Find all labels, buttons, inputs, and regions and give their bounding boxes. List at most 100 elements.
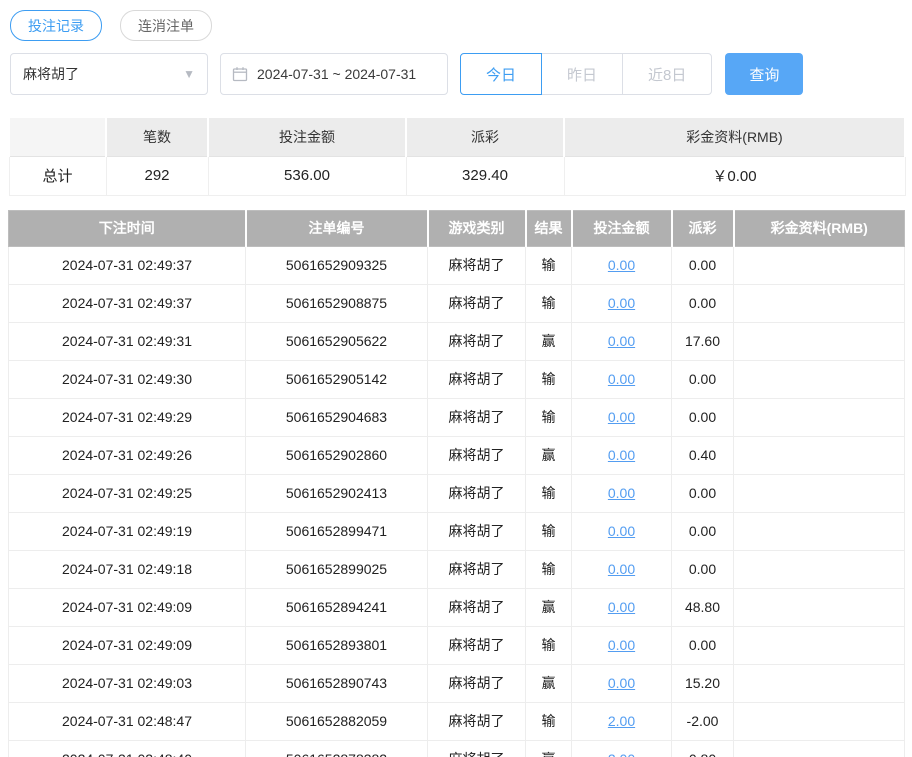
cell-bet-amount: 0.00: [571, 473, 672, 513]
cell-bonus: [733, 701, 905, 741]
filter-row: 麻将胡了 ▼ 2024-07-31 ~ 2024-07-31 今日 昨日 近8日…: [8, 53, 904, 95]
cell-game-type: 麻将胡了: [427, 625, 526, 665]
summary-bet-amount-value: 536.00: [207, 155, 407, 196]
cell-bonus: [733, 549, 905, 589]
today-button[interactable]: 今日: [460, 53, 543, 95]
cell-order-id: 5061652908875: [245, 283, 428, 323]
cell-order-id: 5061652894241: [245, 587, 428, 627]
table-row: 2024-07-31 02:49:31 5061652905622 麻将胡了 赢…: [8, 321, 905, 361]
cell-bet-amount: 2.00: [571, 739, 672, 757]
cell-bet-amount: 0.00: [571, 359, 672, 399]
cell-bonus: [733, 435, 905, 475]
table-row: 2024-07-31 02:49:18 5061652899025 麻将胡了 输…: [8, 549, 905, 589]
date-range-picker[interactable]: 2024-07-31 ~ 2024-07-31: [220, 53, 448, 95]
summary-header-payout: 派彩: [405, 116, 565, 157]
cell-game-type: 麻将胡了: [427, 511, 526, 551]
cell-bet-time: 2024-07-31 02:49:19: [8, 511, 246, 551]
bet-amount-link[interactable]: 0.00: [608, 447, 635, 463]
cell-order-id: 5061652905142: [245, 359, 428, 399]
calendar-icon: [232, 67, 248, 82]
bet-amount-link[interactable]: 0.00: [608, 295, 635, 311]
cell-payout: 0.00: [671, 625, 734, 665]
cell-bet-time: 2024-07-31 02:48:47: [8, 701, 246, 741]
cell-payout: 0.00: [671, 245, 734, 285]
table-row: 2024-07-31 02:49:30 5061652905142 麻将胡了 输…: [8, 359, 905, 399]
bet-amount-link[interactable]: 2.00: [608, 751, 635, 757]
header-payout: 派彩: [671, 209, 735, 247]
cell-result: 输: [525, 245, 572, 285]
summary-header-bet-amount: 投注金额: [207, 116, 407, 157]
cell-payout: 0.80: [671, 739, 734, 757]
date-range-value: 2024-07-31 ~ 2024-07-31: [257, 66, 417, 82]
cell-result: 输: [525, 283, 572, 323]
cell-bet-time: 2024-07-31 02:49:03: [8, 663, 246, 703]
table-row: 2024-07-31 02:49:09 5061652894241 麻将胡了 赢…: [8, 587, 905, 627]
game-type-select-value: 麻将胡了: [23, 66, 79, 82]
bet-amount-link[interactable]: 0.00: [608, 485, 635, 501]
bet-amount-link[interactable]: 0.00: [608, 599, 635, 615]
header-result: 结果: [525, 209, 573, 247]
cell-bet-time: 2024-07-31 02:49:37: [8, 245, 246, 285]
bet-amount-link[interactable]: 2.00: [608, 713, 635, 729]
summary-header-row: 笔数 投注金额 派彩 彩金资料(RMB): [8, 116, 906, 157]
bet-amount-link[interactable]: 0.00: [608, 371, 635, 387]
bet-amount-link[interactable]: 0.00: [608, 257, 635, 273]
cell-game-type: 麻将胡了: [427, 435, 526, 475]
game-type-select[interactable]: 麻将胡了 ▼: [10, 53, 208, 95]
cell-payout: 0.00: [671, 359, 734, 399]
summary-table: 笔数 投注金额 派彩 彩金资料(RMB) 总计 292 536.00 329.4…: [8, 116, 906, 196]
cell-bet-time: 2024-07-31 02:48:40: [8, 739, 246, 757]
table-row: 2024-07-31 02:49:09 5061652893801 麻将胡了 输…: [8, 625, 905, 665]
chevron-down-icon: ▼: [183, 67, 195, 81]
cell-bonus: [733, 359, 905, 399]
cell-bet-time: 2024-07-31 02:49:30: [8, 359, 246, 399]
bet-amount-link[interactable]: 0.00: [608, 675, 635, 691]
cell-result: 输: [525, 549, 572, 589]
cell-payout: 0.00: [671, 473, 734, 513]
cell-game-type: 麻将胡了: [427, 397, 526, 437]
cell-bet-amount: 0.00: [571, 245, 672, 285]
header-bet-time: 下注时间: [8, 209, 247, 247]
bet-amount-link[interactable]: 0.00: [608, 409, 635, 425]
cell-game-type: 麻将胡了: [427, 321, 526, 361]
bet-amount-link[interactable]: 0.00: [608, 333, 635, 349]
bet-amount-link[interactable]: 0.00: [608, 637, 635, 653]
cell-bet-time: 2024-07-31 02:49:29: [8, 397, 246, 437]
yesterday-button[interactable]: 昨日: [541, 53, 624, 95]
cell-payout: 0.00: [671, 397, 734, 437]
last-8-days-button[interactable]: 近8日: [622, 53, 713, 95]
tab-cancelled-orders[interactable]: 连消注单: [120, 10, 212, 41]
records-header-row: 下注时间 注单编号 游戏类别 结果 投注金额 派彩 彩金资料(RMB): [8, 209, 905, 247]
cell-bonus: [733, 511, 905, 551]
cell-result: 赢: [525, 435, 572, 475]
cell-bonus: [733, 283, 905, 323]
cell-order-id: 5061652899025: [245, 549, 428, 589]
cell-payout: 0.00: [671, 511, 734, 551]
cell-result: 输: [525, 359, 572, 399]
cell-result: 输: [525, 397, 572, 437]
cell-order-id: 5061652909325: [245, 245, 428, 285]
cell-order-id: 5061652905622: [245, 321, 428, 361]
cell-bonus: [733, 397, 905, 437]
table-row: 2024-07-31 02:49:03 5061652890743 麻将胡了 赢…: [8, 663, 905, 703]
cell-result: 输: [525, 701, 572, 741]
cell-bonus: [733, 625, 905, 665]
cell-bet-amount: 0.00: [571, 549, 672, 589]
tab-betting-records[interactable]: 投注记录: [10, 10, 102, 41]
cell-payout: 15.20: [671, 663, 734, 703]
bet-amount-link[interactable]: 0.00: [608, 523, 635, 539]
cell-bonus: [733, 739, 905, 757]
cell-result: 赢: [525, 739, 572, 757]
cell-bet-amount: 0.00: [571, 321, 672, 361]
cell-bonus: [733, 473, 905, 513]
records-tbody: 2024-07-31 02:49:37 5061652909325 麻将胡了 输…: [8, 245, 905, 757]
cell-bet-amount: 2.00: [571, 701, 672, 741]
table-row: 2024-07-31 02:49:37 5061652909325 麻将胡了 输…: [8, 245, 905, 285]
bet-amount-link[interactable]: 0.00: [608, 561, 635, 577]
cell-game-type: 麻将胡了: [427, 359, 526, 399]
cell-game-type: 麻将胡了: [427, 283, 526, 323]
cell-bet-amount: 0.00: [571, 587, 672, 627]
search-button[interactable]: 查询: [725, 53, 804, 95]
cell-bonus: [733, 587, 905, 627]
betting-records-page: 投注记录 连消注单 麻将胡了 ▼ 2024-07-31 ~ 2024-07-31…: [0, 0, 912, 757]
